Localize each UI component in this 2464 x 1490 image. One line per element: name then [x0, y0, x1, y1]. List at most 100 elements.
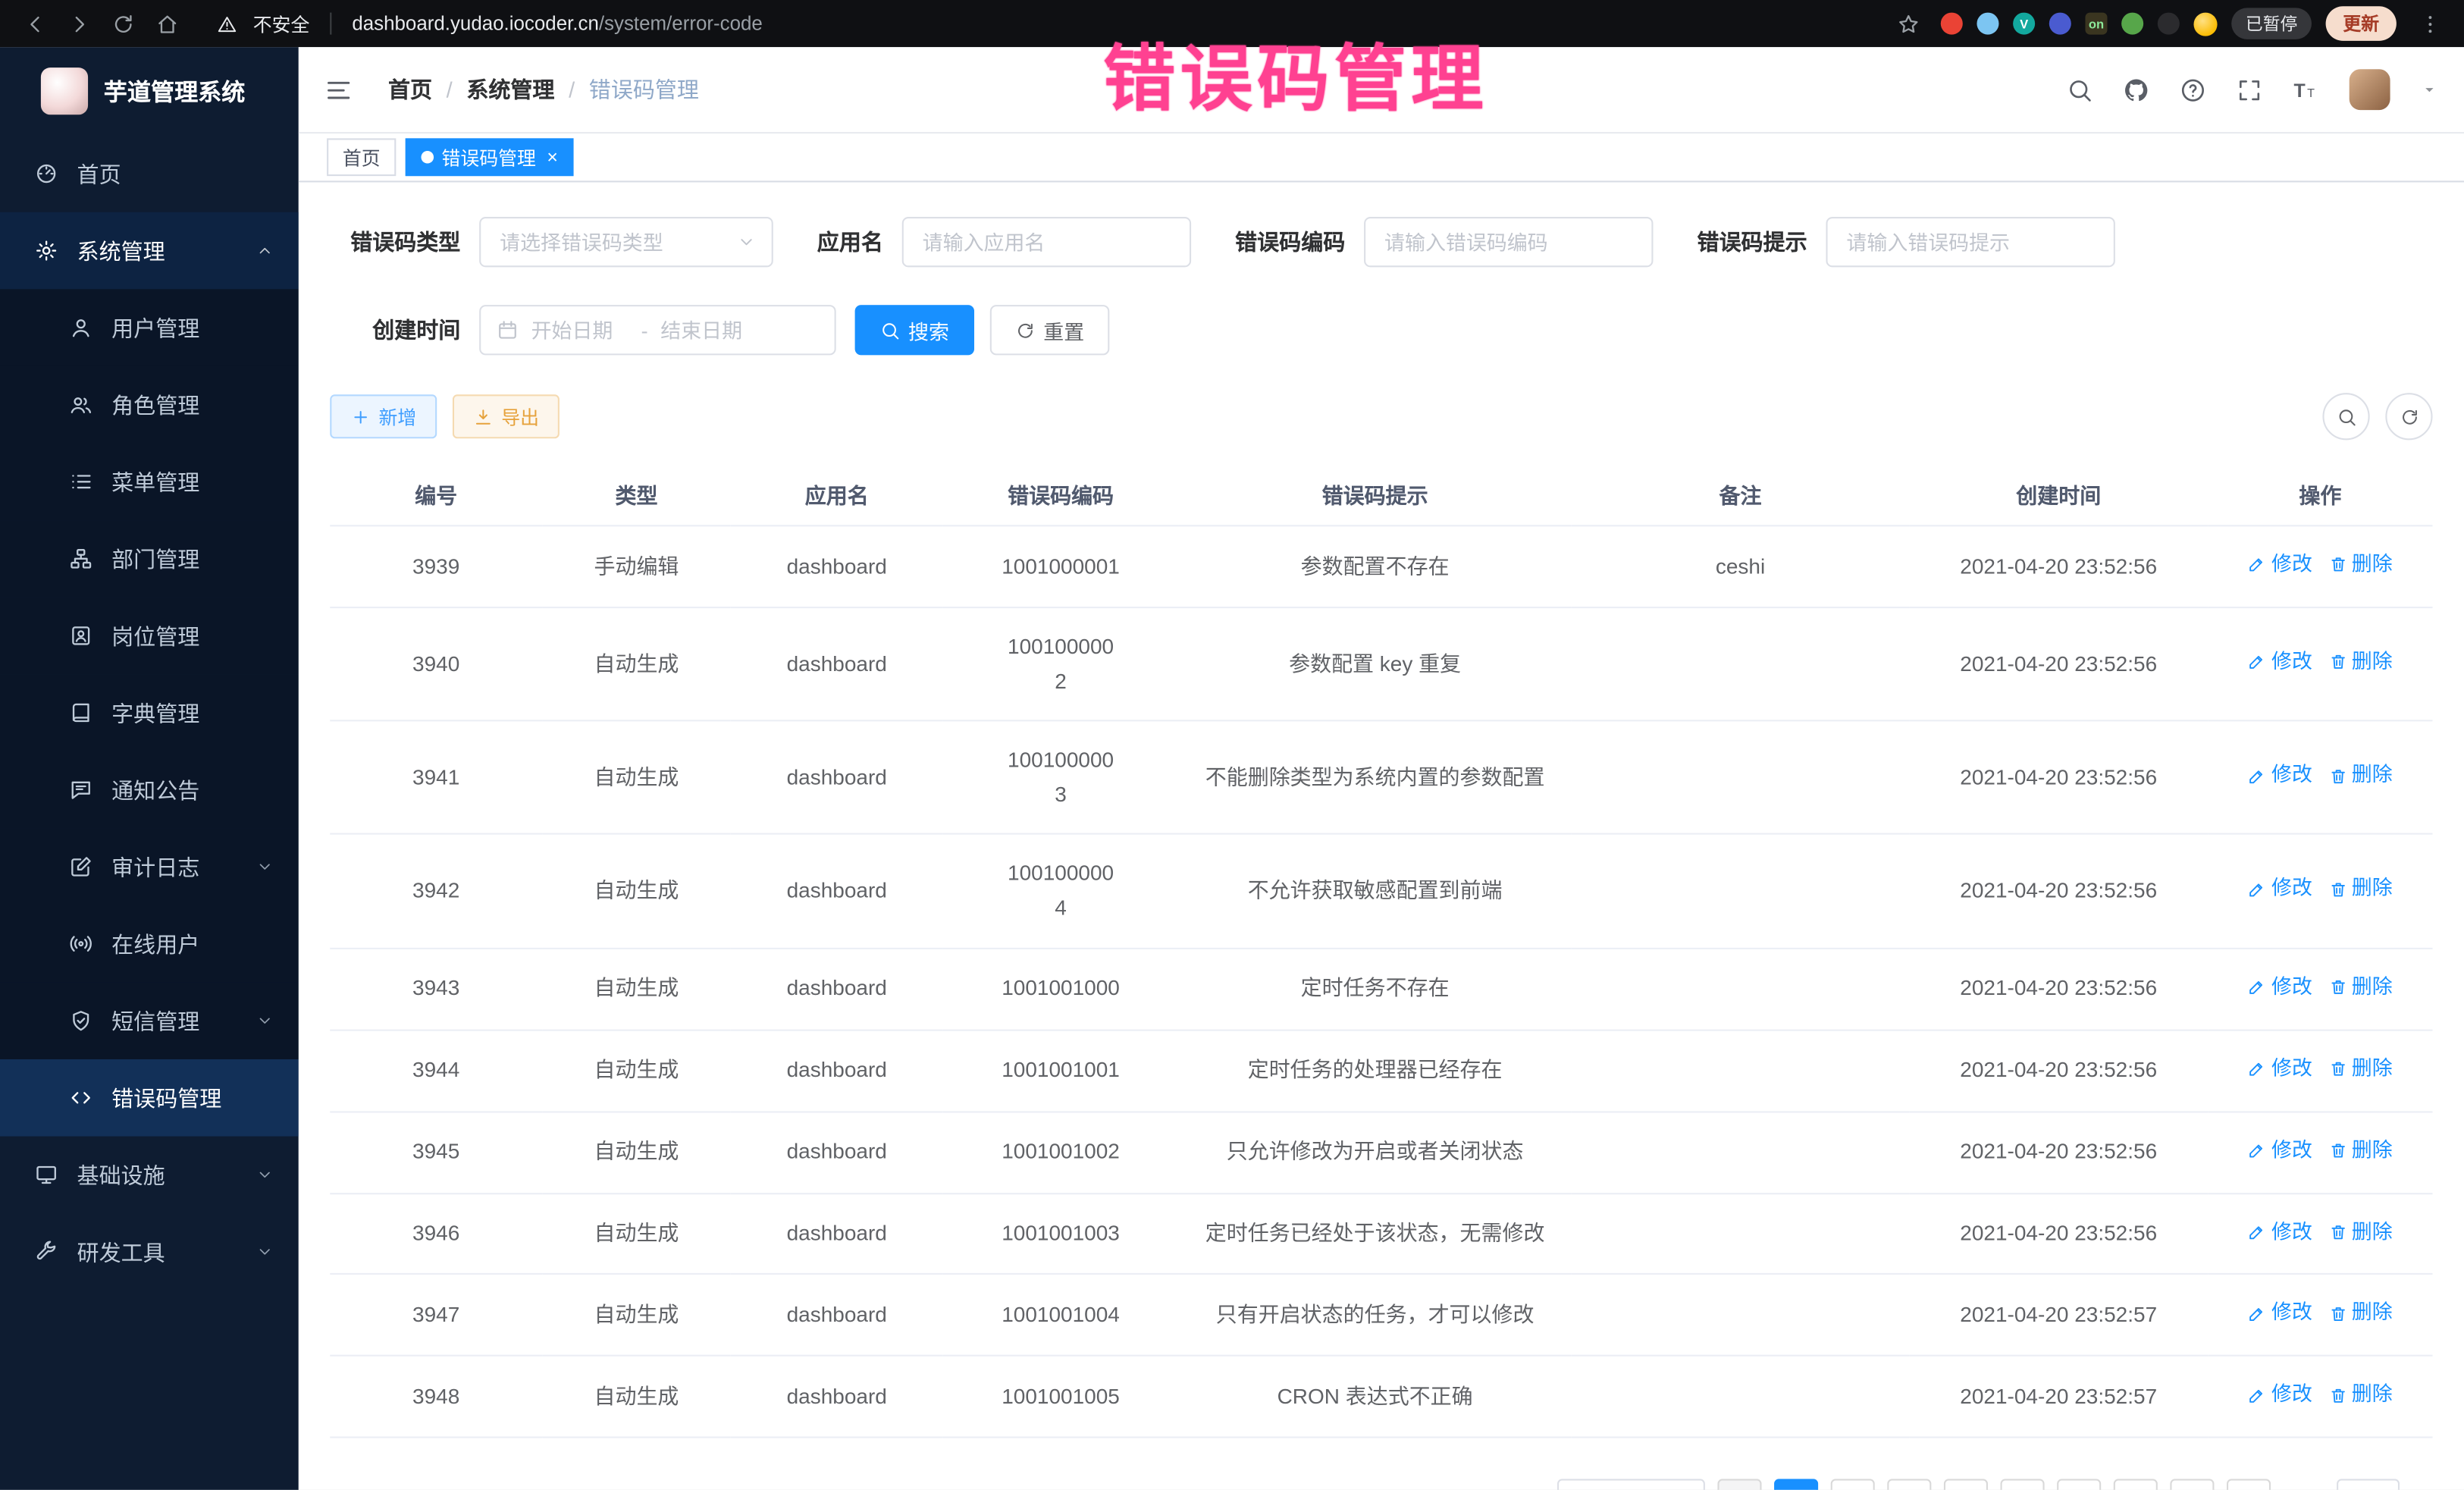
extension-teal-v[interactable]: V — [2013, 13, 2035, 35]
toggle-search-button[interactable] — [2322, 393, 2369, 440]
sidebar-item-部门管理[interactable]: 部门管理 — [0, 520, 299, 598]
browser-menu-icon[interactable] — [2411, 5, 2449, 42]
sidebar-item-短信管理[interactable]: 短信管理 — [0, 982, 299, 1059]
paused-badge[interactable]: 已暂停 — [2231, 8, 2312, 39]
extension-green[interactable] — [2121, 13, 2143, 35]
edit-link[interactable]: 修改 — [2248, 760, 2312, 792]
refresh-table-button[interactable] — [2385, 393, 2432, 440]
app-name-field[interactable] — [902, 217, 1191, 267]
sidebar-item-菜单管理[interactable]: 菜单管理 — [0, 444, 299, 521]
error-msg-input[interactable] — [1843, 229, 2098, 256]
hamburger-icon[interactable] — [324, 74, 353, 104]
extension-on-badge[interactable]: on — [2085, 13, 2107, 35]
sidebar-item-错误码管理[interactable]: 错误码管理 — [0, 1059, 299, 1137]
edit-link[interactable]: 修改 — [2248, 646, 2312, 679]
cell-app: dashboard — [731, 525, 943, 607]
breadcrumb: 首页/系统管理/错误码管理 — [388, 74, 699, 105]
github-icon[interactable] — [2123, 77, 2149, 103]
extension-dark[interactable] — [2158, 13, 2180, 35]
page-button-2[interactable]: 2 — [1831, 1479, 1875, 1490]
user-avatar[interactable] — [2350, 69, 2390, 110]
profile-emoji-avatar[interactable] — [2193, 12, 2217, 36]
sidebar-item-基础设施[interactable]: 基础设施 — [0, 1137, 299, 1214]
home-icon[interactable] — [148, 5, 186, 42]
edit-link[interactable]: 修改 — [2248, 1297, 2312, 1330]
page-size-select[interactable]: 10条/页 — [1557, 1479, 1705, 1490]
page-button-8[interactable]: 8 — [2170, 1479, 2214, 1490]
delete-link[interactable]: 删除 — [2328, 971, 2393, 1003]
delete-link[interactable]: 删除 — [2328, 646, 2393, 679]
extension-indigo[interactable] — [2049, 13, 2071, 35]
edit-link[interactable]: 修改 — [2248, 1216, 2312, 1248]
page-button-6[interactable]: 6 — [2057, 1479, 2101, 1490]
sidebar-item-研发工具[interactable]: 研发工具 — [0, 1213, 299, 1291]
delete-link[interactable]: 删除 — [2328, 1379, 2393, 1412]
delete-link[interactable]: 删除 — [2328, 873, 2393, 905]
sidebar-item-字典管理[interactable]: 字典管理 — [0, 674, 299, 751]
update-button[interactable]: 更新 — [2326, 6, 2397, 41]
delete-link[interactable]: 删除 — [2328, 1297, 2393, 1330]
end-date-input[interactable] — [657, 317, 761, 343]
tab-首页[interactable]: 首页 — [327, 138, 396, 176]
goto-page-input[interactable] — [2337, 1479, 2400, 1490]
calendar-icon — [497, 319, 528, 341]
prev-page-button[interactable] — [1717, 1479, 1761, 1490]
page-ellipsis[interactable]: ··· — [2114, 1479, 2158, 1490]
page-button-1[interactable]: 1 — [1774, 1479, 1818, 1490]
breadcrumb-item[interactable]: 系统管理 — [466, 74, 554, 105]
error-type-select[interactable] — [479, 217, 773, 267]
close-icon[interactable]: × — [547, 148, 558, 167]
extension-lightblue[interactable] — [1977, 13, 1998, 35]
edit-link[interactable]: 修改 — [2248, 971, 2312, 1003]
breadcrumb-item[interactable]: 首页 — [388, 74, 432, 105]
edit-link[interactable]: 修改 — [2248, 873, 2312, 905]
search-icon[interactable] — [2067, 77, 2093, 103]
add-button[interactable]: 新增 — [330, 394, 437, 438]
chevron-down-icon[interactable] — [2420, 80, 2439, 99]
fullscreen-icon[interactable] — [2236, 77, 2262, 103]
delete-link[interactable]: 删除 — [2328, 1216, 2393, 1248]
sidebar-item-审计日志[interactable]: 审计日志 — [0, 828, 299, 905]
page-button-5[interactable]: 5 — [2000, 1479, 2044, 1490]
sidebar-item-岗位管理[interactable]: 岗位管理 — [0, 598, 299, 675]
page-button-3[interactable]: 3 — [1887, 1479, 1931, 1490]
total-count: 共 76 条 — [1470, 1487, 1545, 1490]
delete-link[interactable]: 删除 — [2328, 760, 2393, 792]
font-size-icon[interactable]: TT — [2293, 77, 2319, 103]
sidebar-item-在线用户[interactable]: 在线用户 — [0, 905, 299, 983]
error-code-field[interactable] — [1364, 217, 1653, 267]
delete-link[interactable]: 删除 — [2328, 1052, 2393, 1085]
sidebar-item-通知公告[interactable]: 通知公告 — [0, 751, 299, 829]
sidebar-item-角色管理[interactable]: 角色管理 — [0, 366, 299, 444]
error-code-input[interactable] — [1381, 229, 1636, 256]
extension-red[interactable] — [1941, 13, 1963, 35]
delete-link[interactable]: 删除 — [2328, 548, 2393, 581]
help-icon[interactable] — [2180, 77, 2206, 103]
sidebar-item-系统管理[interactable]: 系统管理 — [0, 212, 299, 290]
edit-link[interactable]: 修改 — [2248, 1379, 2312, 1412]
cell-actions: 修改删除 — [2208, 834, 2432, 948]
error-msg-field[interactable] — [1826, 217, 2114, 267]
edit-link[interactable]: 修改 — [2248, 1052, 2312, 1085]
reset-button[interactable]: 重置 — [990, 305, 1110, 355]
bookmark-star-icon[interactable] — [1889, 5, 1926, 42]
forward-icon[interactable] — [60, 5, 98, 42]
delete-link[interactable]: 删除 — [2328, 1134, 2393, 1166]
sidebar-item-首页[interactable]: 首页 — [0, 135, 299, 212]
export-button[interactable]: 导出 — [453, 394, 560, 438]
date-range-picker[interactable]: - — [479, 305, 836, 355]
start-date-input[interactable] — [528, 317, 632, 343]
edit-link[interactable]: 修改 — [2248, 548, 2312, 581]
search-button[interactable]: 搜索 — [855, 305, 975, 355]
app-name-input[interactable] — [920, 229, 1174, 256]
reload-icon[interactable] — [104, 5, 142, 42]
page-button-4[interactable]: 4 — [1944, 1479, 1988, 1490]
back-icon[interactable] — [16, 5, 54, 42]
security-indicator[interactable]: 不安全 — [208, 5, 310, 42]
next-page-button[interactable] — [2227, 1479, 2271, 1490]
edit-link[interactable]: 修改 — [2248, 1134, 2312, 1166]
error-type-select-value[interactable] — [497, 229, 737, 256]
address-bar[interactable]: dashboard.yudao.iocoder.cn/system/error-… — [352, 13, 763, 35]
tab-错误码管理[interactable]: 错误码管理× — [406, 138, 574, 176]
sidebar-item-用户管理[interactable]: 用户管理 — [0, 289, 299, 366]
